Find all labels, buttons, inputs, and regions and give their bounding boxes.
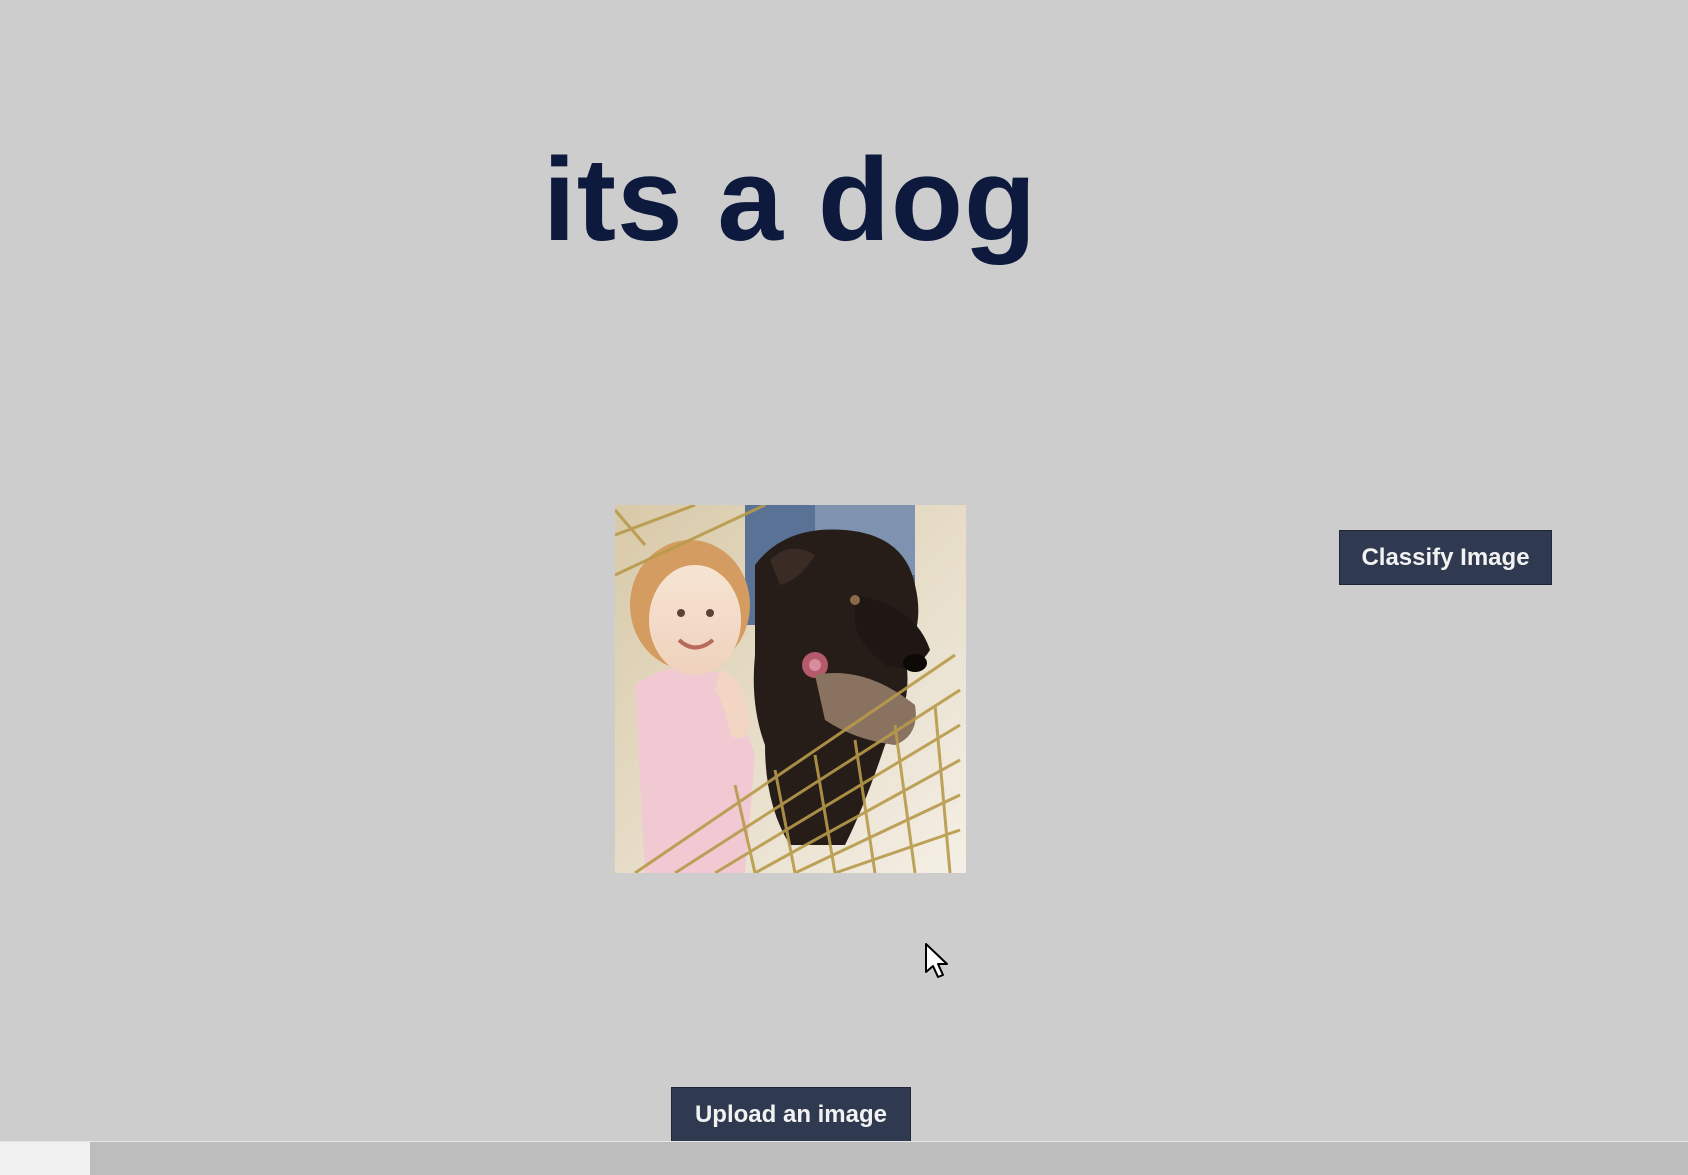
scrollbar-thumb[interactable] xyxy=(0,1142,90,1175)
upload-image-button[interactable]: Upload an image xyxy=(671,1087,911,1143)
classify-image-button[interactable]: Classify Image xyxy=(1339,530,1552,585)
horizontal-scrollbar[interactable] xyxy=(0,1141,1688,1175)
mouse-pointer-icon xyxy=(925,943,948,978)
app-page: its a dog Classify Image Upload an image xyxy=(0,0,1688,1175)
prediction-heading: its a dog xyxy=(542,134,1038,266)
uploaded-image-preview xyxy=(615,505,966,873)
